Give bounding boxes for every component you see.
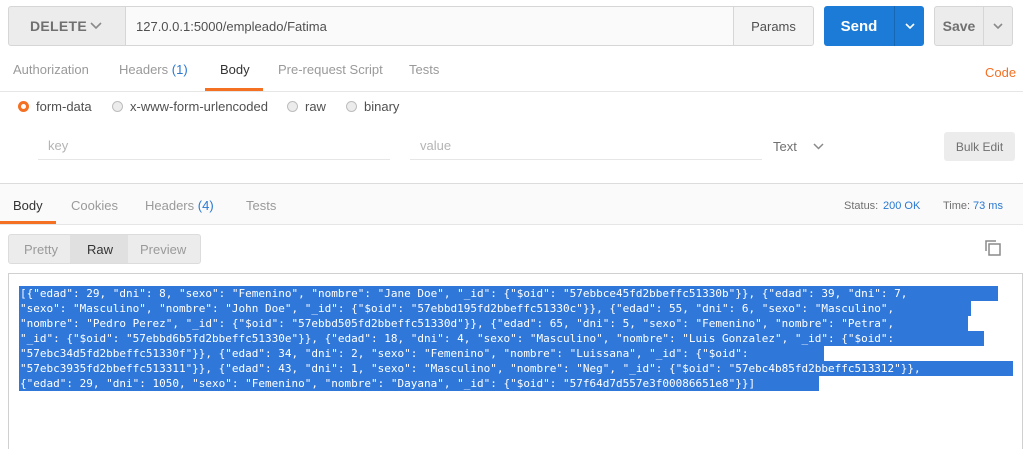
response-line: "_id": {"$oid": "57ebbd6b5fd2bbeffc51330… xyxy=(20,332,895,345)
radio-urlencoded[interactable]: x-www-form-urlencoded xyxy=(112,99,268,114)
method-select[interactable]: DELETE xyxy=(8,6,126,46)
radio-icon xyxy=(346,101,357,112)
response-line: "sexo": "Masculino", "nombre": "John Doe… xyxy=(20,302,895,315)
radio-selected-icon xyxy=(18,101,29,112)
radio-icon xyxy=(112,101,123,112)
chevron-down-icon[interactable] xyxy=(812,140,825,153)
response-tab-headers[interactable]: Headers (4) xyxy=(145,198,214,213)
radio-label: x-www-form-urlencoded xyxy=(130,99,268,114)
radio-icon xyxy=(287,101,298,112)
code-link[interactable]: Code xyxy=(985,65,1016,80)
tab-authorization[interactable]: Authorization xyxy=(13,62,89,77)
format-tab-raw[interactable]: Raw xyxy=(87,242,113,257)
format-tab-preview[interactable]: Preview xyxy=(140,242,186,257)
format-tab-pretty[interactable]: Pretty xyxy=(24,242,58,257)
divider xyxy=(0,91,1023,92)
radio-raw[interactable]: raw xyxy=(287,99,326,114)
response-line: "57ebc34d5fd2bbeffc51330f"}}, {"edad": 3… xyxy=(20,347,749,360)
radio-label: form-data xyxy=(36,99,92,114)
tab-prerequest-script[interactable]: Pre-request Script xyxy=(278,62,383,77)
status-label: Status: xyxy=(844,200,879,212)
radio-label: binary xyxy=(364,99,400,114)
response-line: "nombre": "Pedro Perez", "_id": {"$oid":… xyxy=(20,317,895,330)
headers-count: (1) xyxy=(171,62,188,77)
method-label: DELETE xyxy=(30,18,88,34)
chevron-down-icon xyxy=(90,22,102,30)
time-label: Time: xyxy=(943,200,971,212)
radio-label: raw xyxy=(305,99,326,114)
type-select[interactable]: Text xyxy=(773,139,797,154)
chevron-down-icon xyxy=(993,23,1003,30)
save-button[interactable]: Save xyxy=(934,6,984,46)
response-headers-count: (4) xyxy=(197,198,214,213)
save-options-button[interactable] xyxy=(983,6,1013,46)
response-tab-headers-label: Headers xyxy=(145,198,195,213)
response-line: {"edad": 29, "dni": 1050, "sexo": "Femen… xyxy=(20,377,756,390)
params-button[interactable]: Params xyxy=(733,6,814,46)
divider xyxy=(0,224,1023,225)
response-tab-tests[interactable]: Tests xyxy=(246,198,276,213)
tab-headers-label: Headers xyxy=(119,62,169,77)
url-input[interactable]: 127.0.0.1:5000/empleado/Fatima xyxy=(125,6,734,46)
response-tab-body[interactable]: Body xyxy=(13,198,43,213)
chevron-down-icon xyxy=(904,23,915,30)
radio-binary[interactable]: binary xyxy=(346,99,399,114)
copy-icon[interactable] xyxy=(984,239,1002,257)
tab-body[interactable]: Body xyxy=(220,62,250,77)
time-value: 73 ms xyxy=(973,200,1003,212)
key-input[interactable]: key xyxy=(38,133,390,160)
tab-tests[interactable]: Tests xyxy=(409,62,439,77)
radio-form-data[interactable]: form-data xyxy=(18,99,92,114)
response-tab-cookies[interactable]: Cookies xyxy=(71,198,118,213)
send-options-button[interactable] xyxy=(894,6,924,46)
bulk-edit-button[interactable]: Bulk Edit xyxy=(944,132,1015,161)
tab-headers[interactable]: Headers (1) xyxy=(119,62,188,77)
response-line: [{"edad": 29, "dni": 8, "sexo": "Femenin… xyxy=(20,287,908,300)
value-input[interactable]: value xyxy=(410,133,762,160)
send-button[interactable]: Send xyxy=(824,6,894,46)
status-value: 200 OK xyxy=(883,200,921,212)
response-line: "57ebc3935fd2bbeffc513311"}}, {"edad": 4… xyxy=(20,362,921,375)
